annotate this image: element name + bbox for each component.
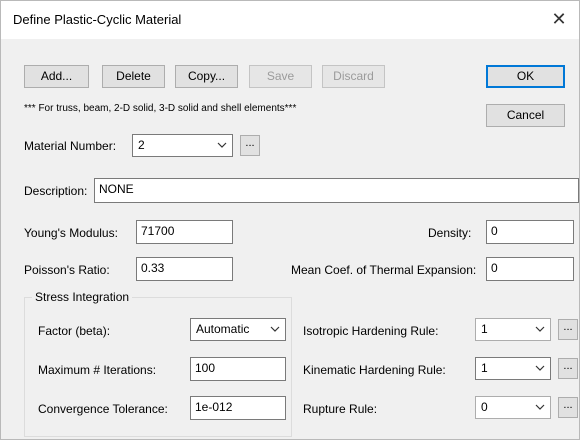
kinematic-hardening-more-button[interactable]: ... xyxy=(558,358,578,379)
rupture-rule-more-button[interactable]: ... xyxy=(558,397,578,418)
density-label: Density: xyxy=(428,226,472,240)
copy-button[interactable]: Copy... xyxy=(175,65,238,88)
chevron-down-icon xyxy=(535,326,545,332)
description-label: Description: xyxy=(24,184,88,198)
thermal-expansion-field[interactable]: 0 xyxy=(486,257,574,281)
save-button[interactable]: Save xyxy=(249,65,312,88)
poissons-ratio-field[interactable]: 0.33 xyxy=(136,257,233,281)
isotropic-hardening-label: Isotropic Hardening Rule: xyxy=(303,324,439,338)
material-number-value: 2 xyxy=(138,138,145,152)
rupture-rule-label: Rupture Rule: xyxy=(303,402,378,416)
rupture-rule-select[interactable]: 0 xyxy=(475,396,551,419)
isotropic-hardening-value: 1 xyxy=(481,322,488,336)
max-iterations-label: Maximum # Iterations: xyxy=(38,363,157,377)
material-number-more-button[interactable]: ... xyxy=(240,135,260,156)
chevron-down-icon xyxy=(535,365,545,371)
chevron-down-icon xyxy=(535,404,545,410)
stress-integration-title: Stress Integration xyxy=(32,290,133,304)
chevron-down-icon xyxy=(270,326,280,332)
define-plastic-cyclic-material-dialog: Define Plastic-Cyclic Material ✕ Add... … xyxy=(0,0,580,440)
factor-beta-label: Factor (beta): xyxy=(38,324,111,338)
isotropic-hardening-more-button[interactable]: ... xyxy=(558,319,578,340)
discard-button[interactable]: Discard xyxy=(322,65,385,88)
youngs-modulus-label: Young's Modulus: xyxy=(24,226,118,240)
factor-beta-select[interactable]: Automatic xyxy=(190,318,286,341)
title-bar: Define Plastic-Cyclic Material ✕ xyxy=(1,1,579,39)
close-icon[interactable]: ✕ xyxy=(539,1,579,39)
kinematic-hardening-label: Kinematic Hardening Rule: xyxy=(303,363,446,377)
poissons-ratio-label: Poisson's Ratio: xyxy=(24,263,110,277)
thermal-expansion-label: Mean Coef. of Thermal Expansion: xyxy=(291,263,477,277)
ok-button[interactable]: OK xyxy=(486,65,565,88)
convergence-tolerance-field[interactable]: 1e-012 xyxy=(190,396,286,420)
youngs-modulus-field[interactable]: 71700 xyxy=(136,220,233,244)
rupture-rule-value: 0 xyxy=(481,400,488,414)
material-number-label: Material Number: xyxy=(24,139,117,153)
convergence-tolerance-label: Convergence Tolerance: xyxy=(38,402,168,416)
kinematic-hardening-select[interactable]: 1 xyxy=(475,357,551,380)
material-number-select[interactable]: 2 xyxy=(132,134,233,157)
description-field[interactable]: NONE xyxy=(94,178,579,203)
max-iterations-field[interactable]: 100 xyxy=(190,357,286,381)
window-title: Define Plastic-Cyclic Material xyxy=(13,12,182,27)
element-types-note: *** For truss, beam, 2-D solid, 3-D soli… xyxy=(24,103,297,114)
chevron-down-icon xyxy=(217,142,227,148)
add-button[interactable]: Add... xyxy=(24,65,89,88)
isotropic-hardening-select[interactable]: 1 xyxy=(475,318,551,341)
cancel-button[interactable]: Cancel xyxy=(486,104,565,127)
factor-beta-value: Automatic xyxy=(196,322,250,336)
kinematic-hardening-value: 1 xyxy=(481,361,488,375)
delete-button[interactable]: Delete xyxy=(102,65,165,88)
density-field[interactable]: 0 xyxy=(486,220,574,244)
